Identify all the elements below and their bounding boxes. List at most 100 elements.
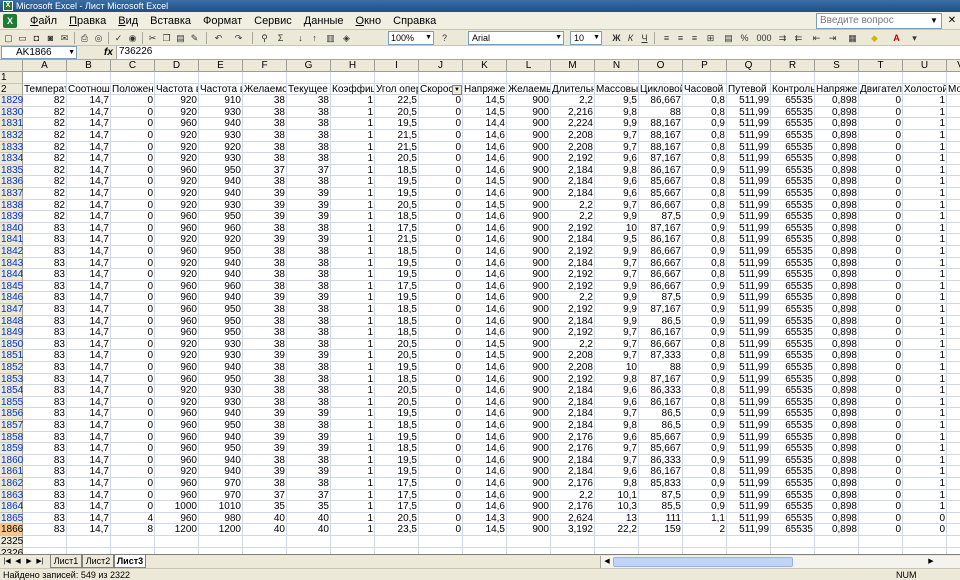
sort-descending-icon[interactable]: ↑ xyxy=(308,32,321,44)
table-cell[interactable]: 0 xyxy=(111,304,155,316)
column-title-cell[interactable]: Двигатель xyxy=(859,83,903,96)
table-cell[interactable]: 10,3 xyxy=(595,501,639,513)
cell[interactable] xyxy=(903,72,947,84)
table-cell[interactable]: 0 xyxy=(111,211,155,223)
table-cell[interactable]: 0 xyxy=(859,443,903,455)
table-cell[interactable]: 0 xyxy=(859,338,903,351)
table-cell[interactable]: 0 xyxy=(859,396,903,409)
table-cell[interactable]: 38 xyxy=(243,106,287,119)
row-header[interactable]: 1838 xyxy=(0,199,23,212)
table-cell[interactable]: 38 xyxy=(287,141,331,154)
menu-item-1[interactable]: Правка xyxy=(63,12,112,30)
table-cell[interactable]: 1 xyxy=(331,431,375,444)
table-cell[interactable]: 38 xyxy=(287,304,331,316)
table-cell[interactable]: 1 xyxy=(903,350,947,362)
table-cell[interactable]: 65535 xyxy=(771,304,815,316)
table-cell[interactable]: 1 xyxy=(903,153,947,165)
table-cell[interactable]: 0 xyxy=(859,420,903,432)
table-cell[interactable]: 1 xyxy=(903,246,947,258)
italic-button[interactable]: К xyxy=(624,32,637,44)
table-cell[interactable]: 14,4 xyxy=(463,118,507,130)
table-cell[interactable]: 85,667 xyxy=(639,176,683,188)
table-cell[interactable]: 0,9 xyxy=(683,501,727,513)
table-cell[interactable]: 960 xyxy=(155,211,199,223)
table-cell[interactable]: 65535 xyxy=(771,234,815,246)
table-cell[interactable]: 65535 xyxy=(771,199,815,212)
table-cell[interactable]: 0 xyxy=(419,501,463,513)
table-cell[interactable]: 18,5 xyxy=(375,304,419,316)
table-cell[interactable]: 9,7 xyxy=(595,269,639,281)
table-cell[interactable]: 0 xyxy=(859,478,903,490)
cut-icon[interactable]: ✂ xyxy=(146,32,159,44)
table-cell[interactable]: 9,7 xyxy=(595,350,639,362)
table-cell[interactable]: 511,99 xyxy=(727,304,771,316)
table-cell[interactable]: 0 xyxy=(859,164,903,177)
table-cell[interactable]: 9,9 xyxy=(595,246,639,258)
table-cell[interactable]: 19,5 xyxy=(375,408,419,420)
table-cell[interactable]: 940 xyxy=(199,454,243,467)
row-header[interactable]: 1858 xyxy=(0,431,23,444)
table-cell[interactable]: 14,5 xyxy=(463,350,507,362)
table-cell[interactable]: 65535 xyxy=(771,188,815,200)
column-header-c[interactable]: C xyxy=(111,60,155,72)
increase-indent-icon[interactable]: ⇥ xyxy=(826,32,839,44)
sort-ascending-icon[interactable]: ↓ xyxy=(294,32,307,44)
select-all-corner[interactable] xyxy=(0,60,23,72)
table-cell[interactable]: 920 xyxy=(155,269,199,281)
table-cell[interactable]: 980 xyxy=(199,512,243,525)
cell[interactable] xyxy=(419,72,463,84)
table-cell[interactable]: 0 xyxy=(419,95,463,107)
table-cell[interactable]: 14,6 xyxy=(463,362,507,374)
table-cell[interactable]: 1 xyxy=(331,95,375,107)
table-cell[interactable]: 1 xyxy=(903,315,947,328)
table-cell[interactable]: 0,9 xyxy=(683,373,727,386)
table-cell[interactable]: 0,9 xyxy=(683,292,727,304)
table-cell[interactable]: 0 xyxy=(859,106,903,119)
table-cell[interactable]: 14,6 xyxy=(463,234,507,246)
table-cell[interactable]: 83 xyxy=(23,489,67,502)
table-cell[interactable]: 0 xyxy=(859,292,903,304)
table-cell[interactable]: 0,898 xyxy=(815,315,859,328)
help-search-input[interactable]: Введите вопрос xyxy=(816,13,942,29)
table-cell[interactable]: 9,8 xyxy=(595,164,639,177)
table-cell[interactable]: 14,6 xyxy=(463,385,507,397)
table-cell[interactable]: 9,6 xyxy=(595,385,639,397)
table-cell[interactable]: 920 xyxy=(199,234,243,246)
menu-item-2[interactable]: Вид xyxy=(112,12,144,30)
font-name-select[interactable]: Arial ▼ xyxy=(468,31,564,45)
table-cell[interactable]: 17,5 xyxy=(375,489,419,502)
row-header[interactable]: 1830 xyxy=(0,106,23,119)
table-cell[interactable]: 0 xyxy=(111,454,155,467)
email-icon[interactable]: ✉ xyxy=(58,32,71,44)
table-cell[interactable]: 1000 xyxy=(155,501,199,513)
table-cell[interactable]: 19,5 xyxy=(375,431,419,444)
column-header-e[interactable]: E xyxy=(199,60,243,72)
name-box[interactable]: AK1866 ▼ xyxy=(1,46,77,59)
table-cell[interactable] xyxy=(947,223,960,235)
table-cell[interactable] xyxy=(111,536,155,548)
table-cell[interactable]: 38 xyxy=(287,222,331,235)
menu-item-7[interactable]: Окно xyxy=(350,12,388,30)
table-cell[interactable]: 0,898 xyxy=(815,327,859,339)
font-color-icon[interactable]: A xyxy=(890,32,903,44)
table-cell[interactable]: 38 xyxy=(287,327,331,339)
table-cell[interactable]: 0 xyxy=(111,408,155,420)
table-cell[interactable]: 20,5 xyxy=(375,199,419,212)
table-cell[interactable]: 900 xyxy=(507,408,551,420)
table-cell[interactable]: 0 xyxy=(111,188,155,200)
table-cell[interactable]: 1 xyxy=(903,95,947,107)
table-cell[interactable]: 14,7 xyxy=(67,420,111,432)
table-cell[interactable]: 65535 xyxy=(771,246,815,258)
scroll-left-icon[interactable]: ◀ xyxy=(601,556,613,568)
table-cell[interactable]: 9,5 xyxy=(595,234,639,246)
table-cell[interactable]: 14,5 xyxy=(463,106,507,119)
borders-icon[interactable]: ▦ xyxy=(846,32,859,44)
table-cell[interactable]: 930 xyxy=(199,106,243,119)
table-cell[interactable]: 14,7 xyxy=(67,304,111,316)
table-cell[interactable]: 2,184 xyxy=(551,454,595,467)
table-cell[interactable]: 39 xyxy=(243,234,287,246)
cell[interactable] xyxy=(331,72,375,84)
table-cell[interactable]: 1 xyxy=(903,362,947,374)
table-cell[interactable]: 2,224 xyxy=(551,118,595,130)
table-cell[interactable]: 900 xyxy=(507,431,551,444)
